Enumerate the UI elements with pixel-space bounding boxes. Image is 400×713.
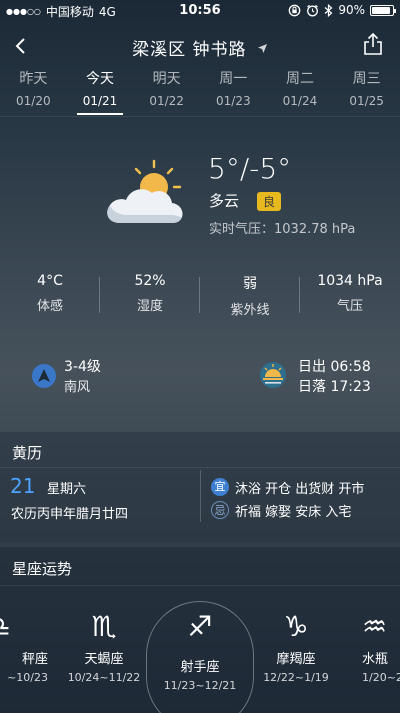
sagittarius-icon: ♐ xyxy=(187,610,213,643)
metric-humidity: 52% 湿度 xyxy=(100,273,200,318)
metric-pressure: 1034 hPa 气压 xyxy=(300,273,400,318)
sign-capricorn[interactable]: ♑ 摩羯座 12/22~1/19 xyxy=(246,610,346,684)
tab-yesterday[interactable]: 昨天 01/20 xyxy=(0,66,67,116)
sign-dates: 11/23~12/21 xyxy=(163,679,237,692)
weather-condition: 多云 xyxy=(209,192,240,210)
alarm-icon xyxy=(307,4,319,16)
tab-date: 01/25 xyxy=(349,94,384,108)
realtime-pressure: 实时气压：1032.78 hPa xyxy=(209,218,355,237)
status-bar: ●●●○○ 中国移动 4G 10:56 90% xyxy=(0,0,400,22)
sign-sagittarius[interactable]: ♐ 射手座 11/23~12/21 xyxy=(150,610,250,692)
almanac-divider xyxy=(0,467,400,468)
metric-uv: 弱紫外线 xyxy=(200,273,300,318)
sign-dates: 1/20~2 xyxy=(362,671,400,684)
sign-name: 射手座 xyxy=(180,660,220,675)
metric-value: 4°C xyxy=(37,273,63,289)
sign-dates: ~10/23 xyxy=(7,671,48,684)
tab-date: 01/23 xyxy=(216,94,251,108)
sign-libra[interactable]: ♎ 秤座 ~10/23 xyxy=(0,610,48,684)
sunrise-sunset-icon xyxy=(260,362,286,388)
sign-dates: 12/22~1/19 xyxy=(263,671,329,684)
tab-tuesday[interactable]: 周二 01/24 xyxy=(267,66,334,116)
location-title[interactable]: 梁溪区 钟书路 xyxy=(0,35,400,60)
sunrise-time: 日出 06:58 xyxy=(298,359,371,375)
tab-label: 周一 xyxy=(219,71,248,87)
ji-activities: 祈福 嫁娶 安床 入宅 xyxy=(235,505,352,520)
tab-wednesday[interactable]: 周三 01/25 xyxy=(333,66,400,116)
tab-label: 昨天 xyxy=(19,71,48,87)
tab-label: 周三 xyxy=(352,71,381,87)
wind-direction: 南风 xyxy=(64,380,91,395)
sunset-time: 日落 17:23 xyxy=(298,379,371,395)
city-name: 梁溪区 钟书路 xyxy=(132,40,247,60)
metric-value: 1034 hPa xyxy=(317,273,383,289)
day-tabs: 昨天 01/20 今天 01/21 明天 01/22 周一 01/23 周二 01/24 … xyxy=(0,66,400,116)
tab-date: 01/22 xyxy=(149,94,184,108)
horoscope-title: 星座运势 xyxy=(12,560,73,578)
partly-cloudy-icon xyxy=(107,159,183,223)
battery-fill xyxy=(372,6,390,14)
almanac-weekday: 星期六 xyxy=(47,482,87,497)
tab-today[interactable]: 今天 01/21 xyxy=(67,66,134,116)
metric-label: 体感 xyxy=(36,299,63,314)
yi-activities: 沐浴 开仓 出货财 开市 xyxy=(235,482,365,497)
libra-icon: ♎ xyxy=(0,610,48,644)
battery-percent: 90% xyxy=(338,3,365,17)
lunar-date: 农历丙申年腊月廿四 xyxy=(11,507,129,522)
tab-label: 今天 xyxy=(85,71,114,87)
status-right: 90% xyxy=(288,3,396,17)
weather-metrics: 4°C 体感 52% 湿度 弱紫外线 1034 hPa 气压 xyxy=(0,273,400,318)
tab-monday[interactable]: 周一 01/23 xyxy=(200,66,267,116)
pressure-label: 实时气压： xyxy=(209,222,275,237)
wind-direction-icon xyxy=(32,364,56,388)
sign-dates: 10/24~11/22 xyxy=(67,671,141,684)
sign-name: 天蝎座 xyxy=(84,652,124,667)
almanac-title: 黄历 xyxy=(12,444,43,462)
metric-label: 紫外线 xyxy=(230,303,270,318)
capricorn-icon: ♑ xyxy=(283,610,309,643)
ji-badge: 忌 xyxy=(211,501,229,519)
scorpio-icon: ♏ xyxy=(91,610,117,643)
battery-icon xyxy=(370,4,396,16)
share-icon[interactable] xyxy=(362,32,384,56)
sign-name: 摩羯座 xyxy=(276,652,316,667)
tabs-divider xyxy=(0,116,400,117)
aqi-badge[interactable]: 良 xyxy=(257,192,282,211)
location-arrow-icon xyxy=(257,44,267,53)
tab-date: 01/24 xyxy=(282,94,318,108)
header: 梁溪区 钟书路 xyxy=(0,30,400,62)
sign-aquarius[interactable]: ♒ 水瓶 1/20~2 xyxy=(348,610,400,684)
rotation-lock-icon xyxy=(288,4,301,16)
yi-badge: 宜 xyxy=(211,478,229,496)
sign-scorpio[interactable]: ♏ 天蝎座 10/24~11/22 xyxy=(54,610,154,684)
metric-label: 气压 xyxy=(336,299,363,314)
metric-value: 52% xyxy=(134,273,166,289)
tab-tomorrow[interactable]: 明天 01/22 xyxy=(133,66,200,116)
temperature-range: 5°/-5° xyxy=(208,152,292,185)
almanac-vertical-divider xyxy=(200,470,201,522)
aquarius-icon: ♒ xyxy=(362,610,388,643)
sign-name: 水瓶 xyxy=(362,652,389,667)
metric-label: 湿度 xyxy=(136,299,163,314)
bluetooth-icon xyxy=(324,3,333,17)
metric-value: 弱 xyxy=(243,276,257,292)
tab-date: 01/20 xyxy=(16,94,51,108)
tab-date: 01/21 xyxy=(82,94,118,108)
wind-level: 3-4级 xyxy=(64,359,101,375)
metric-feels-like: 4°C 体感 xyxy=(0,273,100,318)
horoscope-divider xyxy=(0,585,400,586)
sign-name: 秤座 xyxy=(21,652,48,667)
tab-label: 周二 xyxy=(285,71,314,87)
tab-label: 明天 xyxy=(152,71,181,87)
almanac-day: 21 xyxy=(10,474,36,498)
active-tab-indicator xyxy=(77,113,123,115)
pressure-value: 1032.78 hPa xyxy=(274,222,356,237)
